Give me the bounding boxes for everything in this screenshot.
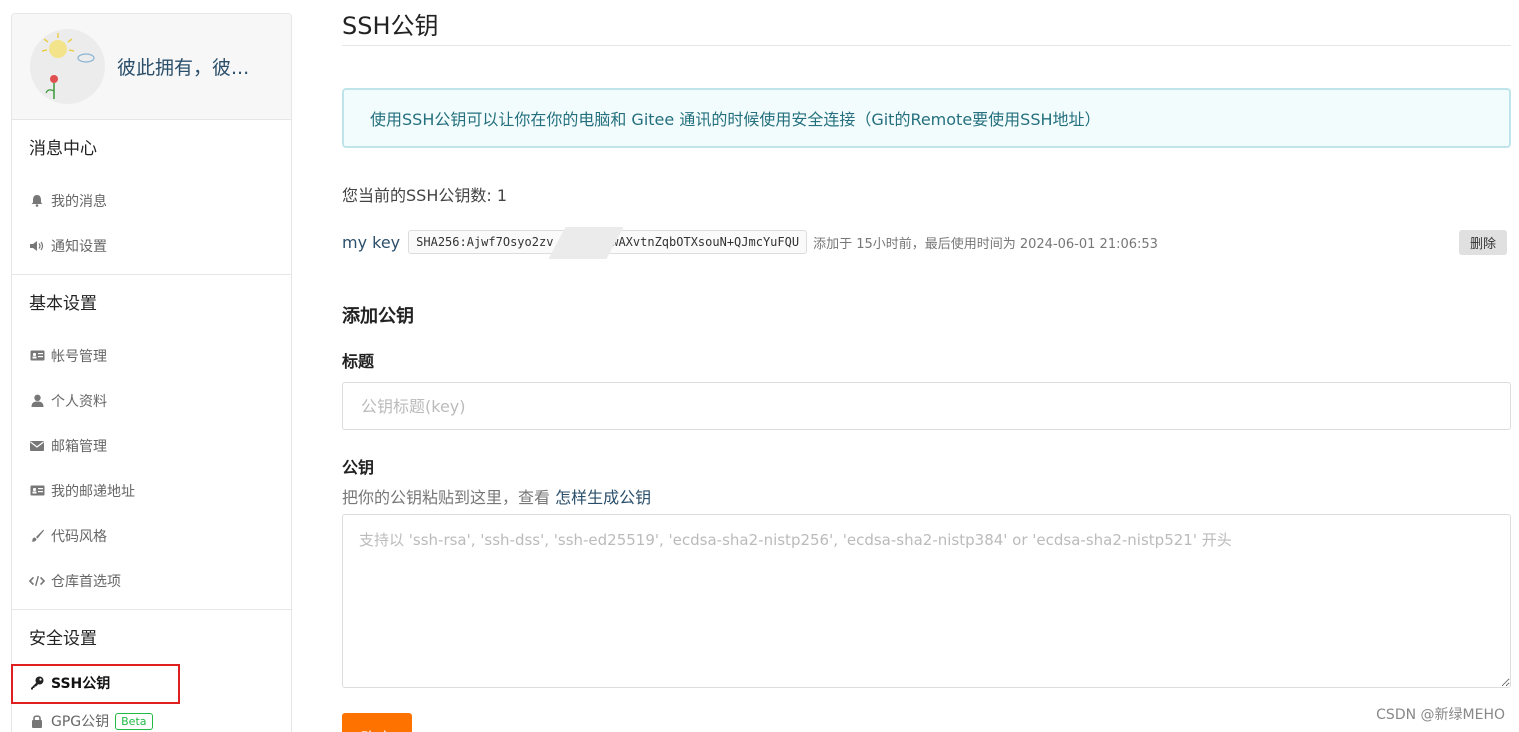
- sidebar-item-label: 代码风格: [51, 528, 107, 545]
- sidebar-item-gpg-keys[interactable]: GPG公钥 Beta: [12, 706, 291, 732]
- sidebar-item-mailing-address[interactable]: 我的邮递地址: [12, 468, 291, 513]
- sidebar-item-label: 通知设置: [51, 238, 107, 255]
- ssh-key-count: 您当前的SSH公钥数: 1: [342, 186, 508, 205]
- add-key-heading: 添加公钥: [342, 306, 414, 327]
- info-text: 使用SSH公钥可以让你在你的电脑和 Gitee 通讯的时候使用安全连接（Git的…: [370, 110, 1101, 129]
- public-key-textarea[interactable]: [342, 514, 1511, 688]
- bell-icon: [29, 193, 45, 209]
- profile-header[interactable]: 彼此拥有，彼...: [12, 14, 291, 120]
- ssh-key-highlight-annotation: [11, 664, 180, 704]
- section-title: 消息中心: [29, 139, 97, 159]
- ssh-key-fingerprint: SHA256:Ajwf7Osyo2zv wAXvtnZqbOTXsouN+QJm…: [408, 227, 808, 259]
- ssh-key-title[interactable]: my key: [342, 233, 400, 252]
- sidebar-item-repo-preferences[interactable]: 仓库首选项: [12, 558, 291, 603]
- public-key-hint: 把你的公钥粘贴到这里，查看 怎样生成公钥: [342, 484, 1511, 508]
- section-title: 基本设置: [29, 294, 97, 314]
- key-title-input[interactable]: [342, 382, 1511, 430]
- address-card-icon: [29, 483, 45, 499]
- sidebar-item-label: 个人资料: [51, 393, 107, 410]
- sidebar-item-label: 仓库首选项: [51, 573, 121, 590]
- sidebar-item-label: 我的消息: [51, 193, 107, 210]
- sidebar-item-code-style[interactable]: 代码风格: [12, 513, 291, 558]
- sidebar-item-label: 帐号管理: [51, 348, 107, 365]
- sidebar-item-my-messages[interactable]: 我的消息: [12, 178, 291, 223]
- section-title: 安全设置: [29, 629, 97, 649]
- page-title: SSH公钥: [342, 0, 1511, 46]
- main-content: SSH公钥 使用SSH公钥可以让你在你的电脑和 Gitee 通讯的时候使用安全连…: [342, 0, 1511, 732]
- hint-text: 把你的公钥粘贴到这里，查看: [342, 488, 556, 507]
- sidebar-item-account[interactable]: 帐号管理: [12, 333, 291, 378]
- sidebar-item-email[interactable]: 邮箱管理: [12, 423, 291, 468]
- user-icon: [29, 393, 45, 409]
- lock-icon: [29, 713, 45, 729]
- title-label: 标题: [342, 352, 375, 371]
- ssh-key-meta: 添加于 15小时前，最后使用时间为 2024-06-01 21:06:53: [813, 236, 1158, 252]
- code-icon: [29, 573, 45, 589]
- sidebar-item-label: 邮箱管理: [51, 438, 107, 455]
- profile-name[interactable]: 彼此拥有，彼...: [117, 53, 249, 80]
- delete-key-button[interactable]: 删除: [1458, 230, 1507, 255]
- beta-badge: Beta: [115, 712, 153, 730]
- section-basic-settings: 基本设置 帐号管理 个人资料 邮箱管理 我的邮递地址 代码风格 仓库首选项: [12, 275, 291, 610]
- settings-sidebar: 彼此拥有，彼... 消息中心 我的消息 通知设置 基本设置 帐号管理 个人资料 …: [11, 13, 292, 732]
- id-card-icon: [29, 348, 45, 364]
- info-message: 使用SSH公钥可以让你在你的电脑和 Gitee 通讯的时候使用安全连接（Git的…: [342, 88, 1511, 148]
- section-message-center: 消息中心 我的消息 通知设置: [12, 120, 291, 275]
- sidebar-item-notification-settings[interactable]: 通知设置: [12, 223, 291, 268]
- envelope-icon: [29, 438, 45, 454]
- speaker-icon: [29, 238, 45, 254]
- sidebar-item-label: 我的邮递地址: [51, 483, 135, 500]
- watermark: CSDN @新绿MEHO: [1376, 707, 1505, 723]
- how-to-generate-key-link[interactable]: 怎样生成公钥: [555, 488, 651, 507]
- ssh-key-item: my key SHA256:Ajwf7Osyo2zv wAXvtnZqbOTXs…: [342, 227, 1511, 259]
- public-key-label: 公钥: [342, 458, 375, 477]
- brush-icon: [29, 528, 45, 544]
- avatar[interactable]: [30, 29, 105, 104]
- submit-button[interactable]: 确定: [342, 713, 412, 732]
- redaction-mark: [548, 227, 624, 259]
- sidebar-item-label: GPG公钥: [51, 714, 110, 730]
- sidebar-item-profile[interactable]: 个人资料: [12, 378, 291, 423]
